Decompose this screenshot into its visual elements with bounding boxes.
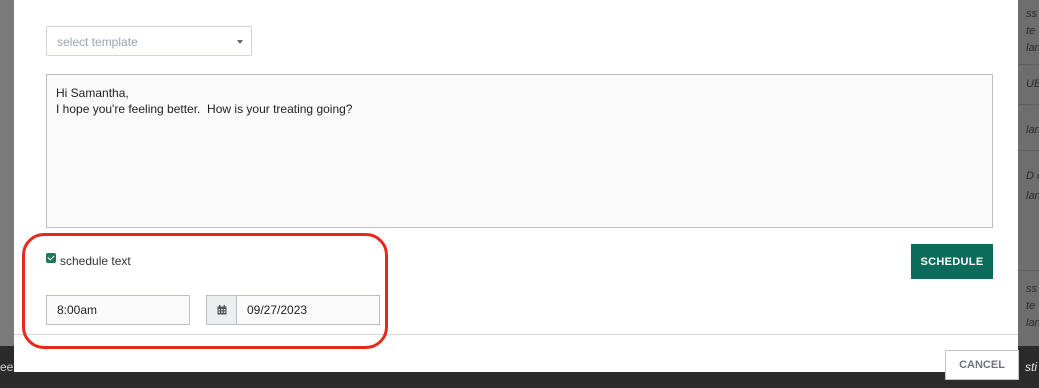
- background-text-fragment: te: [1026, 300, 1036, 312]
- background-divider: [1018, 64, 1039, 65]
- schedule-button[interactable]: SCHEDULE: [911, 244, 993, 279]
- background-left-edge: [0, 0, 14, 388]
- template-select-placeholder: select template: [57, 35, 138, 49]
- chevron-down-icon: [237, 40, 243, 44]
- background-text-fragment: lan: [1026, 124, 1039, 136]
- template-select[interactable]: select template: [46, 26, 252, 56]
- background-text-fragment: lan: [1026, 190, 1039, 202]
- background-text-fragment: ss: [1026, 283, 1037, 295]
- background-text-fragment: UB: [1026, 78, 1039, 90]
- cancel-button[interactable]: CANCEL: [945, 350, 1019, 380]
- background-divider: [1018, 150, 1039, 151]
- background-footer-fragment: ee: [0, 360, 14, 374]
- background-text-fragment: te: [1026, 25, 1036, 37]
- background-text-fragment: lan: [1026, 42, 1039, 54]
- message-textarea[interactable]: Hi Samantha, I hope you're feeling bette…: [46, 74, 993, 228]
- background-footer-fragment: sti: [1025, 360, 1037, 374]
- background-text-fragment: ss: [1026, 8, 1037, 20]
- background-text-fragment: lan: [1026, 317, 1039, 329]
- background-divider: [1018, 104, 1039, 105]
- background-right-edge: ss te lan UB lan D c lan ss te lan: [1018, 0, 1039, 388]
- background-divider: [1018, 270, 1039, 271]
- background-text-fragment: D c: [1026, 170, 1039, 182]
- annotation-highlight-circle: [22, 233, 388, 349]
